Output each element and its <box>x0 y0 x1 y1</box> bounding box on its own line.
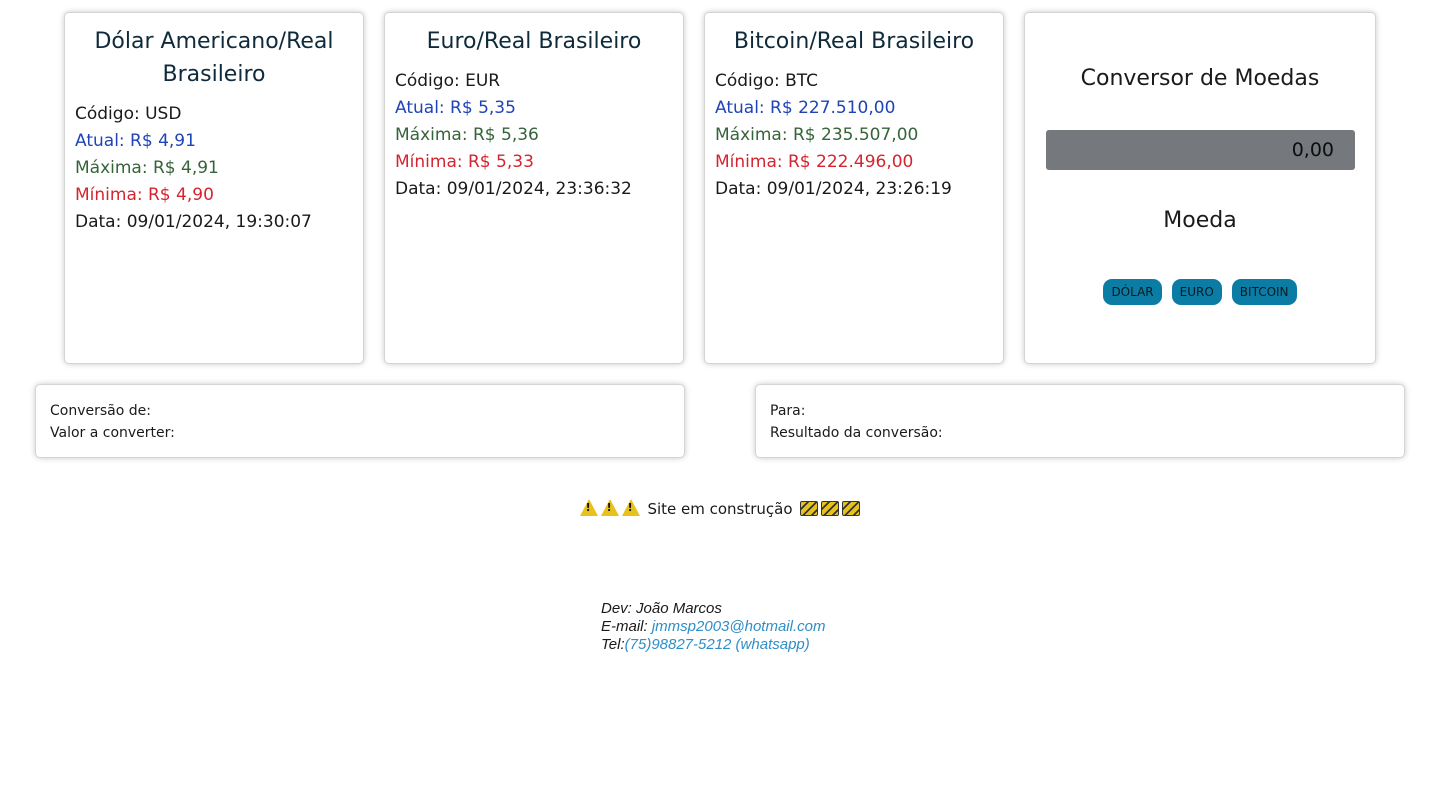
warning-icon <box>600 499 619 516</box>
construction-icon <box>842 501 861 516</box>
email-label: E-mail: <box>601 618 652 635</box>
amount-input[interactable]: 0,00 <box>1046 130 1355 170</box>
current-rate: Atual: R$ 227.510,00 <box>715 98 896 118</box>
card-title: Bitcoin/Real Brasileiro <box>733 29 975 54</box>
card-title: Euro/Real Brasileiro <box>426 29 642 54</box>
conversion-from-label: Conversão de: <box>50 403 151 419</box>
rate-date: Data: 09/01/2024, 19:30:07 <box>75 212 312 232</box>
dolar-button[interactable]: DÓLAR <box>1103 279 1162 305</box>
min-rate: Mínima: R$ 5,33 <box>395 152 534 172</box>
currency-label: Moeda <box>1163 208 1237 233</box>
phone-label: Tel: <box>601 636 625 653</box>
rate-date: Data: 09/01/2024, 23:26:19 <box>715 179 952 199</box>
currency-card-eur: Euro/Real Brasileiro Código: EUR Atual: … <box>384 12 684 364</box>
footer: Dev: João Marcos E-mail: jmmsp2003@hotma… <box>601 600 825 654</box>
conversion-result-label: Resultado da conversão: <box>770 425 943 441</box>
min-rate: Mínima: R$ 222.496,00 <box>715 152 914 172</box>
phone-line: Tel:(75)98827-5212 (whatsapp) <box>601 636 825 654</box>
warning-icon <box>579 499 598 516</box>
converter-card: Conversor de Moedas 0,00 Moeda DÓLAR EUR… <box>1024 12 1376 364</box>
conversion-from-box: Conversão de: Valor a converter: <box>35 384 685 458</box>
warning-icon <box>621 499 640 516</box>
max-rate: Máxima: R$ 4,91 <box>75 158 219 178</box>
currency-buttons: DÓLAR EURO BITCOIN <box>1025 279 1375 305</box>
email-line: E-mail: jmmsp2003@hotmail.com <box>601 618 825 636</box>
email-link[interactable]: jmmsp2003@hotmail.com <box>652 618 826 635</box>
max-rate: Máxima: R$ 235.507,00 <box>715 125 919 145</box>
construction-icon <box>821 501 840 516</box>
converter-title: Conversor de Moedas <box>1080 66 1320 91</box>
currency-code: Código: EUR <box>395 71 501 91</box>
currency-code: Código: BTC <box>715 71 819 91</box>
euro-button[interactable]: EURO <box>1171 279 1222 305</box>
rate-date: Data: 09/01/2024, 23:36:32 <box>395 179 632 199</box>
construction-text: Site em construção <box>647 500 793 518</box>
currency-card-btc: Bitcoin/Real Brasileiro Código: BTC Atua… <box>704 12 1004 364</box>
card-title: Dólar Americano/Real Brasileiro <box>94 29 334 87</box>
conversion-to-label: Para: <box>770 403 806 419</box>
developer-credit: Dev: João Marcos <box>601 600 722 617</box>
phone-link[interactable]: (75)98827-5212 (whatsapp) <box>625 636 810 653</box>
currency-card-usd: Dólar Americano/Real Brasileiro Código: … <box>64 12 364 364</box>
max-rate: Máxima: R$ 5,36 <box>395 125 539 145</box>
card-info: Código: BTC Atual: R$ 227.510,00 Máxima:… <box>715 68 993 203</box>
construction-icon <box>800 501 819 516</box>
card-info: Código: EUR Atual: R$ 5,35 Máxima: R$ 5,… <box>395 68 673 203</box>
min-rate: Mínima: R$ 4,90 <box>75 185 214 205</box>
current-rate: Atual: R$ 4,91 <box>75 131 196 151</box>
card-info: Código: USD Atual: R$ 4,91 Máxima: R$ 4,… <box>75 101 353 236</box>
current-rate: Atual: R$ 5,35 <box>395 98 516 118</box>
amount-to-convert-label: Valor a converter: <box>50 425 175 441</box>
construction-notice: Site em construção <box>0 497 1440 521</box>
conversion-to-box: Para: Resultado da conversão: <box>755 384 1405 458</box>
bitcoin-button[interactable]: BITCOIN <box>1231 279 1297 305</box>
currency-code: Código: USD <box>75 104 182 124</box>
